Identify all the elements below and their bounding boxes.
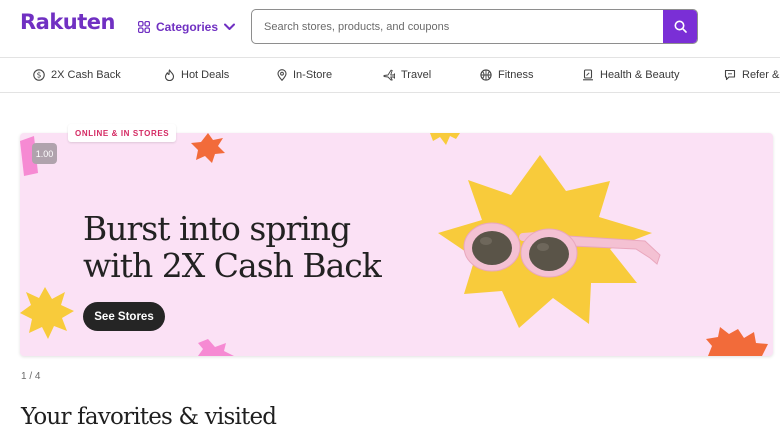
search-button[interactable] [663,10,697,43]
promo-banner[interactable]: Burst into spring with 2X Cash Back See … [20,133,773,356]
see-stores-button[interactable]: See Stores [83,302,165,331]
svg-text:$: $ [37,71,42,80]
timer-badge: 1.00 [32,143,57,164]
search-icon [674,20,687,33]
nav-label: In-Store [293,69,333,81]
flame-icon [164,69,175,81]
header: Rakuten Categories [0,0,780,57]
nav-item-in-store[interactable]: In-Store [277,58,332,92]
chevron-down-icon [224,23,236,30]
airplane-icon [383,69,395,81]
favorites-section-title: Your favorites & visited [21,404,277,430]
search-bar [251,9,698,44]
chat-icon [724,69,736,81]
search-input[interactable] [252,10,662,43]
location-pin-icon [277,69,287,81]
nav-item-hot-deals[interactable]: Hot Deals [164,58,229,92]
mirror-icon [583,69,593,81]
carousel-page-indicator: 1 / 4 [21,371,41,382]
dollar-circle-icon: $ [33,69,45,81]
headline-line-2: with 2X Cash Back [83,246,382,285]
nav-label: Fitness [498,69,534,81]
rakuten-logo[interactable]: Rakuten [20,10,116,34]
pink-burst-decoration [198,339,234,356]
nav-item-travel[interactable]: Travel [383,58,431,92]
grid-icon [138,21,150,33]
nav-item-2x-cash-back[interactable]: $ 2X Cash Back [33,58,121,92]
nav-label: 2X Cash Back [51,69,121,81]
nav-item-fitness[interactable]: Fitness [480,58,533,92]
yellow-burst-left-decoration [20,287,74,339]
orange-burst-right-decoration [706,327,768,356]
categories-label: Categories [156,20,219,34]
basketball-icon [480,69,492,81]
orange-burst-decoration [191,133,225,163]
nav-label: Refer & E [742,69,780,81]
banner-headline: Burst into spring with 2X Cash Back [83,209,382,285]
online-in-stores-badge: ONLINE & IN STORES [68,124,177,142]
category-nav: $ 2X Cash Back Hot Deals In-Store Travel… [0,57,780,93]
categories-dropdown[interactable]: Categories [138,17,236,37]
yellow-burst-decoration [430,133,460,145]
nav-label: Travel [401,69,432,81]
nav-item-health-beauty[interactable]: Health & Beauty [582,58,680,92]
nav-label: Health & Beauty [600,69,680,81]
nav-item-refer[interactable]: Refer & E [724,58,780,92]
headline-line-1: Burst into spring [83,209,351,248]
nav-label: Hot Deals [181,69,230,81]
